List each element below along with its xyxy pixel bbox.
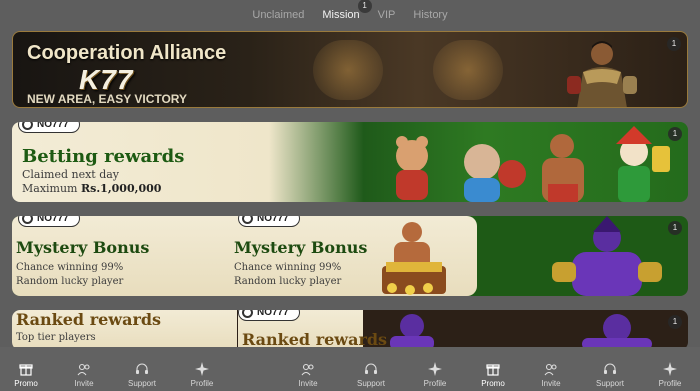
tab-history[interactable]: History xyxy=(411,5,449,25)
purple-villain-illustration xyxy=(390,314,434,350)
ring-icon xyxy=(242,216,253,224)
nav-support[interactable]: Support xyxy=(346,362,396,388)
banner-title: Betting rewards xyxy=(22,146,185,167)
users-icon xyxy=(544,363,557,376)
lamp-glow xyxy=(313,40,383,100)
mystery-bonus-banner[interactable]: NO777 NO777 Mystery Bonus Chance winning… xyxy=(12,216,688,296)
nav-support[interactable]: Support xyxy=(117,362,167,388)
tab-label: Mission xyxy=(322,9,360,21)
tab-vip[interactable]: VIP xyxy=(376,5,398,25)
banner-line: Top tier players xyxy=(16,332,96,343)
nav-label: Support xyxy=(595,379,625,388)
banner-line: Random lucky player xyxy=(234,276,342,287)
cooperation-alliance-banner[interactable]: Cooperation Alliance K77 NEW AREA, EASY … xyxy=(12,31,688,108)
nav-label: Invite xyxy=(74,379,94,388)
nav-label: Support xyxy=(356,379,386,388)
tab-label: VIP xyxy=(377,9,396,21)
tab-mission[interactable]: Mission 1 xyxy=(320,0,372,25)
gift-icon xyxy=(19,364,33,376)
banner-title: Mystery Bonus xyxy=(234,238,368,257)
nav-promo[interactable]: Promo xyxy=(1,362,51,388)
ring-icon xyxy=(22,122,33,130)
sparkle-icon xyxy=(663,362,677,376)
tab-label: Unclaimed xyxy=(252,9,305,21)
ring-icon xyxy=(242,310,253,318)
brand-label: NO777 xyxy=(257,216,289,224)
banner-line: Claimed next day xyxy=(22,168,120,181)
ranked-rewards-banner[interactable]: NO777 Ranked rewards Top tier players Ra… xyxy=(12,310,688,350)
purple-villain-illustration xyxy=(582,314,652,350)
nav-profile[interactable]: Profile xyxy=(645,362,695,388)
banner-title: Cooperation Alliance xyxy=(27,42,227,64)
banner-max-line: Maximum Rs.1,000,000 xyxy=(22,182,161,195)
brand-ribbon: NO777 xyxy=(238,310,300,321)
nav-label: Invite xyxy=(298,379,318,388)
max-amount: Rs.1,000,000 xyxy=(81,182,162,195)
count-badge: 1 xyxy=(668,315,682,329)
banner-line: Chance winning 99% xyxy=(16,262,124,273)
tab-unclaimed[interactable]: Unclaimed xyxy=(250,5,306,25)
sparkle-icon xyxy=(195,362,209,376)
sparkle-icon xyxy=(428,362,442,376)
headset-icon xyxy=(136,363,148,374)
nav-promo[interactable]: Promo xyxy=(468,362,518,388)
warrior-illustration xyxy=(567,41,637,107)
banner-line: Chance winning 99% xyxy=(234,262,342,273)
gift-icon xyxy=(486,364,500,376)
max-prefix: Maximum xyxy=(22,182,78,195)
nav-label: Profile xyxy=(423,379,447,388)
headset-icon xyxy=(365,363,377,374)
users-icon xyxy=(301,363,314,376)
nav-support[interactable]: Support xyxy=(585,362,635,388)
nav-label: Profile xyxy=(658,379,682,388)
nav-profile[interactable]: Profile xyxy=(410,362,460,388)
users-icon xyxy=(77,363,90,376)
betting-rewards-banner[interactable]: NO777 Betting rewards Claimed next day M… xyxy=(12,122,688,202)
brand-ribbon: NO777 xyxy=(18,122,80,133)
lamp-glow xyxy=(433,40,503,100)
nav-invite[interactable]: Invite xyxy=(283,362,333,388)
banner-title: Mystery Bonus xyxy=(16,238,150,257)
treasure-illustration xyxy=(382,222,446,295)
brand-ribbon: NO777 xyxy=(238,216,300,227)
banner-title: Ranked rewards xyxy=(16,310,162,329)
characters-illustration xyxy=(396,126,670,202)
tab-label: History xyxy=(413,9,448,21)
brand-ribbon: NO777 xyxy=(18,216,80,227)
nav-label: Promo xyxy=(481,379,505,388)
promo-page: Unclaimed Mission 1 VIP History Cooperati… xyxy=(0,0,700,391)
nav-profile[interactable]: Profile xyxy=(177,362,227,388)
ring-icon xyxy=(22,216,33,224)
nav-invite[interactable]: Invite xyxy=(526,362,576,388)
brand-label: NO777 xyxy=(37,216,69,224)
headset-icon xyxy=(604,363,616,374)
nav-invite[interactable]: Invite xyxy=(59,362,109,388)
banner-line: Random lucky player xyxy=(16,276,124,287)
count-badge: 1 xyxy=(668,127,682,141)
purple-villain-illustration xyxy=(552,216,662,296)
banner-subtitle: NEW AREA, EASY VICTORY xyxy=(27,92,188,106)
count-badge: 1 xyxy=(667,37,681,51)
bottom-nav: Promo Invite Support Profile Invite Supp… xyxy=(0,347,700,391)
nav-label: Promo xyxy=(14,379,38,388)
count-badge: 1 xyxy=(668,221,682,235)
count-badge: 1 xyxy=(357,0,372,13)
nav-label: Support xyxy=(127,379,157,388)
brand-label: NO777 xyxy=(37,122,69,130)
tab-bar: Unclaimed Mission 1 VIP History xyxy=(0,0,700,30)
nav-label: Profile xyxy=(190,379,214,388)
nav-label: Invite xyxy=(541,379,561,388)
brand-label: NO777 xyxy=(257,310,289,318)
